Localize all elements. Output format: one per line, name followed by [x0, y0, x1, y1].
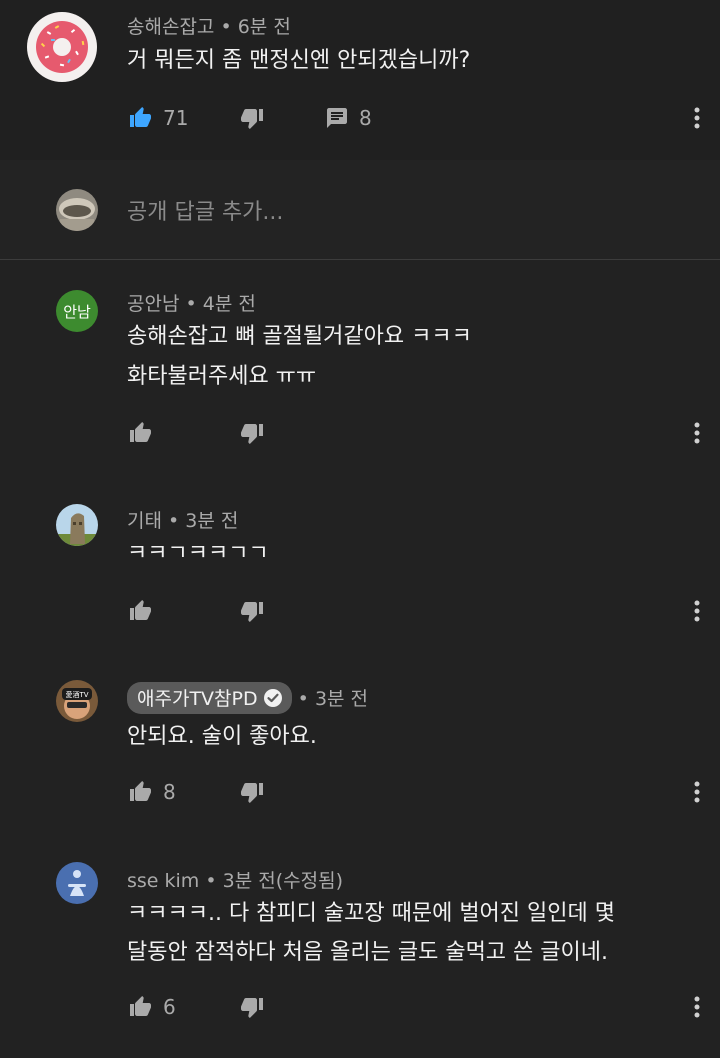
meta-separator: •: [297, 688, 309, 710]
comment-author[interactable]: sse kim: [127, 870, 199, 892]
meta-separator: •: [168, 510, 180, 532]
more-vertical-icon: [694, 422, 700, 444]
avatar[interactable]: 안남: [56, 290, 98, 332]
reply-input-area: [0, 160, 720, 260]
comment-time: 6분 전: [237, 16, 291, 38]
more-vertical-icon: [694, 996, 700, 1018]
dislike-button[interactable]: [239, 596, 265, 626]
creator-avatar[interactable]: 愛酒TV: [56, 680, 98, 722]
comment-actions: [127, 418, 707, 448]
comment-icon: [327, 108, 347, 128]
comment-time: 3분 전: [314, 688, 369, 710]
comment-actions: [127, 596, 707, 626]
creator-badge[interactable]: 애주가TV참PD: [127, 682, 292, 714]
thumb-up-icon: [130, 781, 151, 801]
thumb-up-icon: [130, 422, 151, 442]
thumb-down-icon: [241, 602, 263, 622]
user-avatar: [56, 189, 98, 231]
like-button[interactable]: 6: [127, 992, 176, 1022]
thumb-up-icon: [130, 996, 151, 1016]
thumb-up-icon: [130, 600, 151, 620]
thumb-down-icon: [241, 998, 263, 1018]
avatar-initials: 안남: [63, 302, 91, 321]
comment-author[interactable]: 기태: [127, 510, 162, 532]
dislike-button[interactable]: [239, 103, 265, 133]
like-count: 71: [163, 106, 189, 130]
comment-meta: 송해손잡고 • 6분 전: [127, 12, 291, 39]
like-button[interactable]: [127, 418, 153, 448]
comment-text-line: 달동안 잠적하다 처음 올리는 글도 술먹고 쓴 글이네.: [127, 940, 608, 965]
comment-text-line: 송해손잡고 뼈 골절될거같아요 ㅋㅋㅋ: [127, 324, 472, 349]
comment-time: 4분 전: [202, 293, 256, 315]
comment-actions: 6: [127, 992, 707, 1022]
dislike-button[interactable]: [239, 418, 265, 448]
comment-author[interactable]: 송해손잡고: [127, 16, 214, 38]
replies-button[interactable]: 8: [325, 103, 372, 133]
like-count: 6: [163, 995, 176, 1019]
comment-text-line: ㅋㅋㅋㅋ.. 다 참피디 술꼬장 때문에 벌어진 일인데 몇: [127, 901, 615, 926]
moai-avatar[interactable]: [56, 504, 98, 546]
meta-separator: •: [205, 870, 217, 892]
comment-actions: 71 8: [127, 103, 707, 133]
more-vertical-icon: [694, 600, 700, 622]
divider: [0, 259, 720, 260]
reply-count: 8: [359, 106, 372, 130]
thumb-up-icon: [130, 107, 151, 127]
more-options-button[interactable]: [687, 777, 707, 807]
thumb-down-icon: [241, 109, 263, 129]
like-button[interactable]: [127, 596, 153, 626]
donut-avatar[interactable]: [27, 12, 97, 82]
svg-text:愛酒TV: 愛酒TV: [65, 690, 88, 699]
more-options-button[interactable]: [687, 992, 707, 1022]
comment-meta: 애주가TV참PD • 3분 전: [127, 682, 368, 714]
like-button[interactable]: 8: [127, 777, 176, 807]
like-count: 8: [163, 780, 176, 804]
reply-input[interactable]: 공개 답글 추가...: [127, 194, 283, 226]
like-button[interactable]: 71: [127, 103, 188, 133]
comment-text-line: 안되요. 술이 좋아요.: [127, 724, 317, 749]
more-options-button[interactable]: [687, 596, 707, 626]
comment-meta: 기태 • 3분 전: [127, 506, 238, 533]
dislike-button[interactable]: [239, 992, 265, 1022]
verified-check-icon: [263, 688, 282, 707]
comment-meta: sse kim • 3분 전(수정됨): [127, 866, 343, 893]
comment-actions: 8: [127, 777, 707, 807]
thumb-down-icon: [241, 424, 263, 444]
meta-separator: •: [185, 293, 197, 315]
meta-separator: •: [220, 16, 232, 38]
thumb-down-icon: [241, 783, 263, 803]
comment-text-line: 화타불러주세요 ㅠㅠ: [127, 364, 317, 389]
more-options-button[interactable]: [687, 103, 707, 133]
comment-time: 3분 전(수정됨): [222, 870, 343, 892]
more-vertical-icon: [694, 781, 700, 803]
comment-time: 3분 전: [185, 510, 239, 532]
comment-meta: 공안남 • 4분 전: [127, 289, 256, 316]
top-comment: 송해손잡고 • 6분 전 거 뭐든지 좀 맨정신엔 안되겠습니까? 71 8: [0, 0, 720, 160]
more-vertical-icon: [694, 107, 700, 129]
comment-author[interactable]: 공안남: [127, 293, 179, 315]
dislike-button[interactable]: [239, 777, 265, 807]
figure-avatar[interactable]: [56, 862, 98, 904]
more-options-button[interactable]: [687, 418, 707, 448]
comment-author: 애주가TV참PD: [137, 688, 258, 710]
comment-text-line: ㅋㅋㄱㅋㅋㄱㄱ: [127, 541, 269, 566]
comment-text: 거 뭐든지 좀 맨정신엔 안되겠습니까?: [127, 48, 471, 73]
